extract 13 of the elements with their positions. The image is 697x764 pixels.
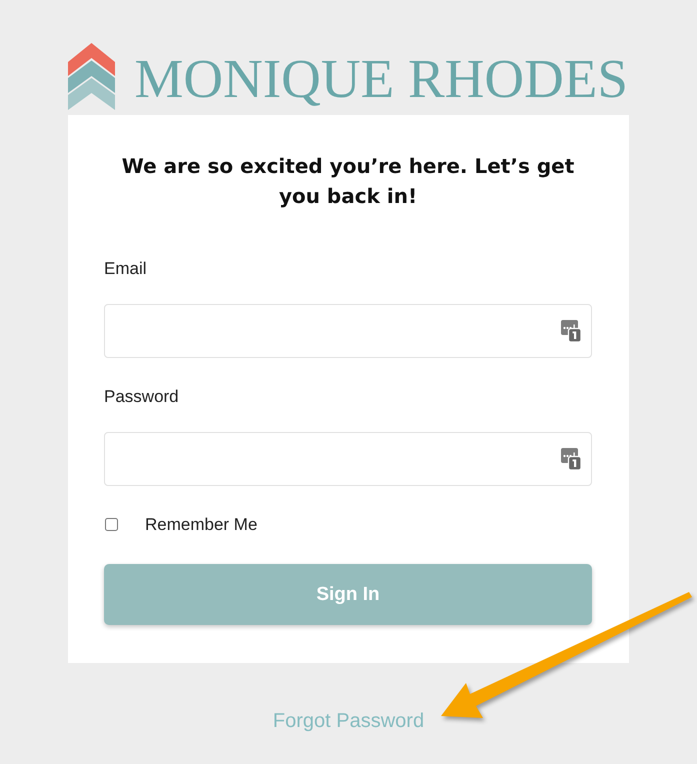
password-dots-icon[interactable]: [561, 448, 581, 470]
input-field[interactable]: [104, 432, 592, 486]
welcome-heading: We are so excited you’re here. Let’s get you back in!: [120, 153, 576, 210]
checkbox-label: Remember Me: [145, 515, 258, 535]
field-label: Email: [104, 259, 148, 279]
chevron-logo-icon: [68, 43, 114, 110]
input-field[interactable]: [104, 304, 592, 358]
sign-in-button[interactable]: Sign In: [104, 564, 592, 625]
password-dots-icon[interactable]: [561, 320, 581, 342]
logo-text: MONIQUE RHODES: [134, 51, 628, 106]
forgot-password-link[interactable]: Forgot Password: [272, 709, 424, 733]
remember-checkbox[interactable]: [105, 518, 118, 530]
field-label: Password: [104, 387, 180, 407]
